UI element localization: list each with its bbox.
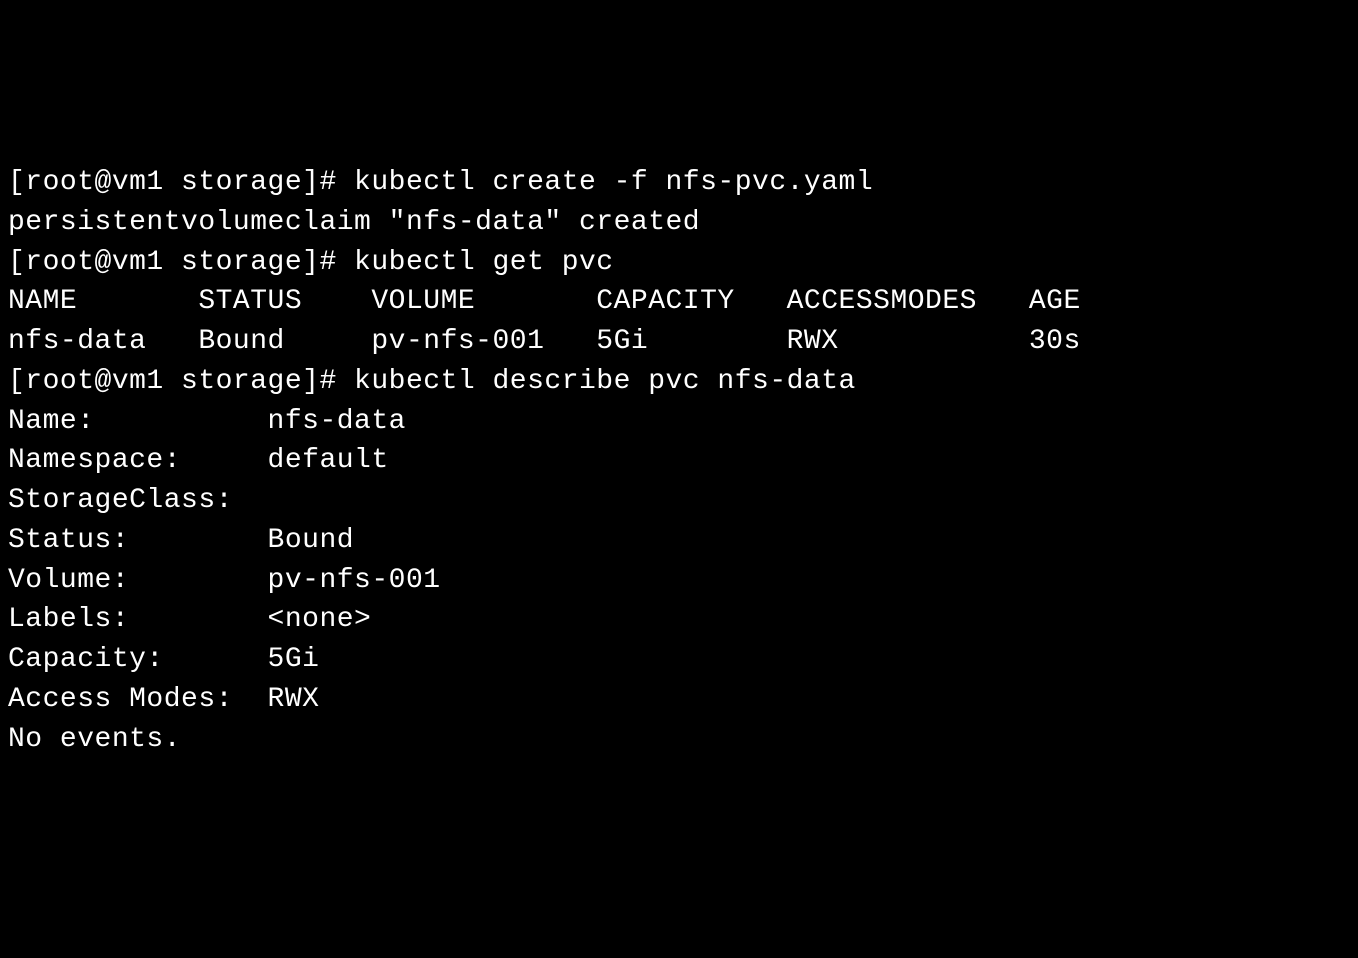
terminal-line: Volume: pv-nfs-001: [8, 561, 1350, 601]
terminal-line: NAME STATUS VOLUME CAPACITY ACCESSMODES …: [8, 282, 1350, 322]
terminal-line: Access Modes: RWX: [8, 680, 1350, 720]
terminal-line: [root@vm1 storage]# kubectl get pvc: [8, 243, 1350, 283]
terminal-line: [root@vm1 storage]# kubectl create -f nf…: [8, 163, 1350, 203]
terminal-line: Status: Bound: [8, 521, 1350, 561]
terminal-line: Capacity: 5Gi: [8, 640, 1350, 680]
terminal-line: [root@vm1 storage]# kubectl describe pvc…: [8, 362, 1350, 402]
terminal-line: persistentvolumeclaim "nfs-data" created: [8, 203, 1350, 243]
terminal-line: StorageClass:: [8, 481, 1350, 521]
terminal-output[interactable]: [root@vm1 storage]# kubectl create -f nf…: [8, 163, 1350, 759]
terminal-line: nfs-data Bound pv-nfs-001 5Gi RWX 30s: [8, 322, 1350, 362]
terminal-line: Namespace: default: [8, 441, 1350, 481]
terminal-line: Labels: <none>: [8, 600, 1350, 640]
terminal-line: Name: nfs-data: [8, 402, 1350, 442]
terminal-line: No events.: [8, 720, 1350, 760]
